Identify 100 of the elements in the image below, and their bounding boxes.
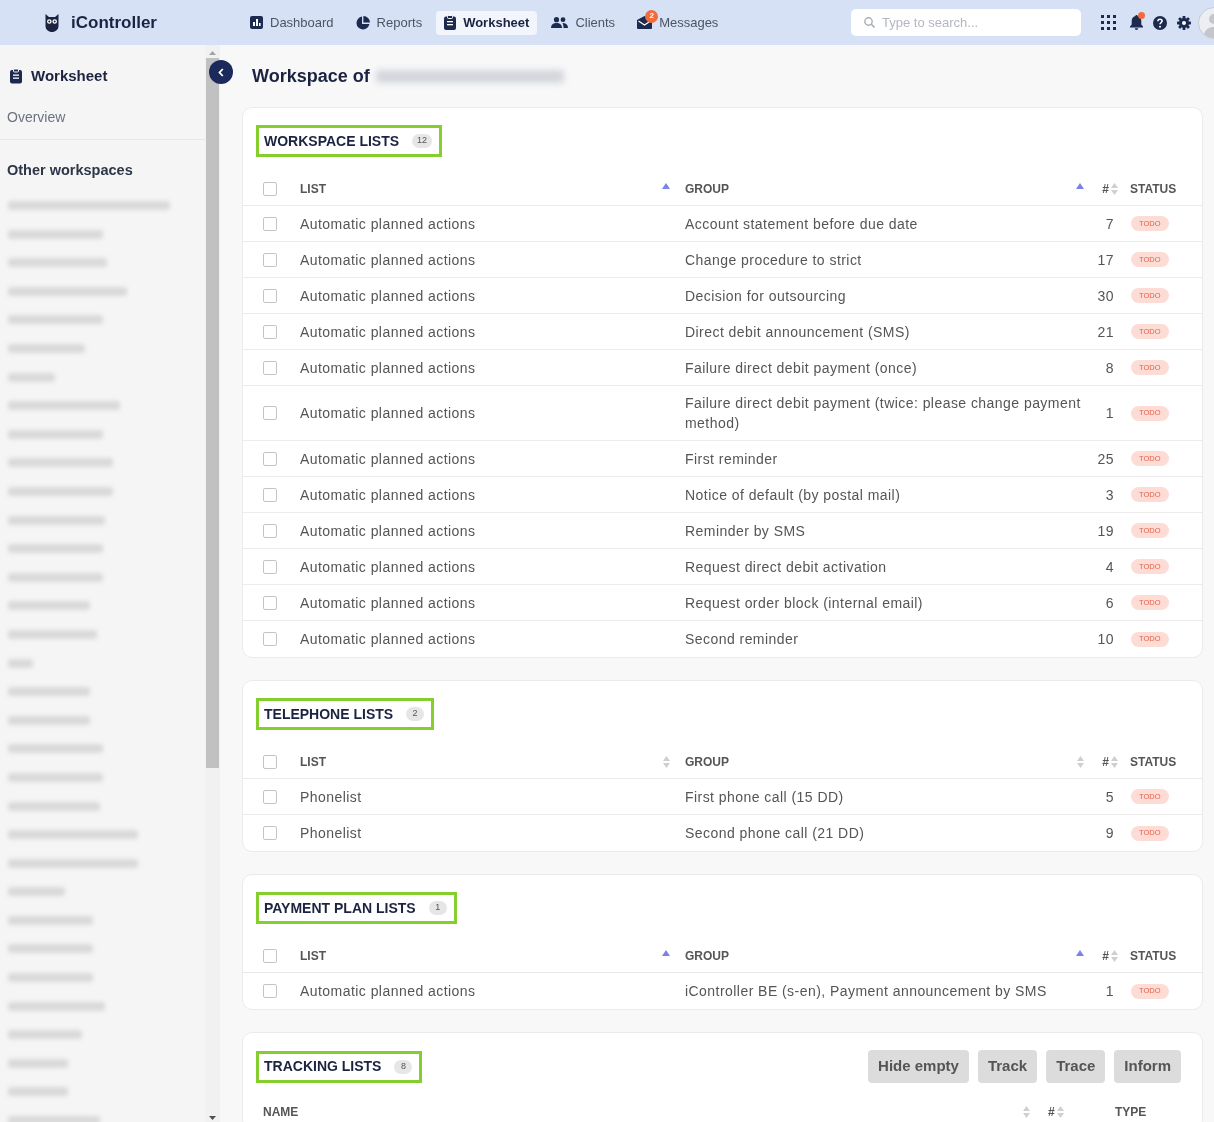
checkbox[interactable] (263, 288, 277, 303)
table-cell: Phonelist (300, 825, 362, 841)
checkbox[interactable] (263, 949, 277, 963)
table-cell: Reminder by SMS (685, 522, 806, 539)
table-cell: Failure direct debit payment (twice: please change payment method) (685, 395, 1081, 431)
collapse-sidebar-button[interactable] (209, 60, 233, 84)
table-cell: Automatic planned actions (300, 983, 476, 999)
search-field[interactable]: Type to search... (851, 9, 1081, 36)
apps-grid-icon[interactable] (1101, 15, 1116, 30)
nav-tab[interactable]: Reports (347, 10, 431, 35)
table-cell: 6 (1105, 594, 1114, 611)
scroll-down-icon[interactable] (209, 1116, 216, 1120)
blurred-text (8, 658, 33, 668)
checkbox[interactable] (263, 789, 277, 804)
blurred-text (8, 1087, 68, 1097)
table-cell: 9 (1105, 825, 1114, 841)
sort-icon[interactable] (1023, 1106, 1030, 1118)
table-cell: Second phone call (21 DD) (685, 825, 865, 841)
table-cell: Second reminder (685, 631, 799, 647)
table-cell: Automatic planned actions (300, 522, 476, 539)
table-cell: 3 (1105, 486, 1114, 503)
section-title: WORKSPACE LISTS (264, 131, 400, 151)
table-cell: First phone call (15 DD) (685, 788, 844, 805)
checkbox[interactable] (263, 755, 277, 769)
message-count-badge: 2 (645, 9, 659, 23)
pie-chart-icon (355, 15, 370, 30)
toolbar-button[interactable]: Inform (1114, 1050, 1181, 1083)
table-cell: Automatic planned actions (300, 486, 476, 503)
table-cell: First reminder (685, 450, 778, 467)
sort-ascending-icon[interactable] (662, 949, 670, 956)
table-cell: 21 (1097, 323, 1114, 340)
table-cell: Automatic planned actions (300, 631, 476, 647)
table-cell: Decision for outsourcing (685, 287, 846, 304)
checkbox[interactable] (263, 252, 277, 267)
table-cell: Notice of default (by postal mail) (685, 486, 901, 503)
checkbox[interactable] (263, 487, 277, 502)
sort-ascending-icon[interactable] (1076, 949, 1084, 956)
checkbox[interactable] (263, 595, 277, 610)
checkbox[interactable] (263, 182, 277, 196)
table-cell: Automatic planned actions (300, 405, 476, 421)
sort-icon[interactable] (1111, 756, 1118, 768)
scroll-up-icon[interactable] (209, 51, 216, 55)
users-icon (551, 17, 569, 28)
sort-icon[interactable] (1056, 1106, 1064, 1118)
settings-icon[interactable] (1177, 15, 1191, 30)
table-cell: Request direct debit activation (685, 558, 887, 575)
column-header: LIST (300, 948, 326, 964)
logo-text: iController (71, 11, 157, 34)
sort-icon[interactable] (663, 756, 670, 768)
checkbox[interactable] (263, 451, 277, 466)
blurred-text (8, 887, 65, 897)
table-cell: 30 (1097, 287, 1114, 304)
table-cell: 17 (1097, 251, 1114, 268)
toolbar-button[interactable]: Hide empty (868, 1050, 969, 1083)
table-cell: Failure direct debit payment (once) (685, 359, 918, 376)
sort-ascending-icon[interactable] (662, 182, 670, 189)
sort-icon[interactable] (1111, 183, 1118, 195)
table-cell: Automatic planned actions (300, 251, 476, 268)
help-icon[interactable] (1153, 15, 1167, 30)
checkbox[interactable] (263, 406, 277, 420)
search-icon (864, 17, 875, 28)
sort-icon[interactable] (1077, 756, 1084, 768)
nav-tab[interactable]: Worksheet (436, 10, 538, 35)
sort-icon[interactable] (1111, 950, 1118, 962)
column-header: # (1102, 181, 1109, 197)
table-cell: 7 (1105, 215, 1114, 232)
scrollbar-thumb[interactable] (206, 58, 219, 768)
checkbox[interactable] (263, 559, 277, 574)
checkbox[interactable] (263, 523, 277, 538)
table-cell: 25 (1097, 450, 1114, 467)
count-badge: 2 (406, 707, 425, 721)
avatar-icon[interactable] (1198, 6, 1214, 39)
checkbox[interactable] (263, 324, 277, 339)
checkbox[interactable] (263, 984, 277, 998)
nav-tab[interactable]: Dashboard (242, 10, 342, 35)
table-cell: Change procedure to strict (685, 251, 862, 268)
table-cell: Automatic planned actions (300, 323, 476, 340)
clipboard-icon (10, 68, 22, 85)
sidebar-link[interactable]: Overview (0, 107, 205, 126)
owl-logo-icon (45, 13, 59, 32)
checkbox[interactable] (263, 632, 277, 646)
column-header: # (1102, 754, 1109, 770)
section-title: TELEPHONE LISTS (264, 704, 394, 724)
column-header: LIST (300, 754, 326, 770)
sort-ascending-icon[interactable] (1076, 182, 1084, 189)
checkbox[interactable] (263, 360, 277, 375)
toolbar-button[interactable]: Track (977, 1050, 1038, 1083)
column-header: STATUS (1130, 754, 1177, 770)
table-cell: 1 (1105, 983, 1114, 999)
checkbox[interactable] (263, 216, 277, 231)
section-title: TRACKING LISTS (264, 1057, 382, 1076)
table-cell: Account statement before due date (685, 215, 918, 232)
table-cell: Automatic planned actions (300, 287, 476, 304)
bell-icon[interactable] (1130, 15, 1143, 30)
toolbar-button[interactable]: Trace (1046, 1050, 1106, 1083)
checkbox[interactable] (263, 826, 277, 840)
column-header: LIST (300, 181, 326, 197)
column-header: NAME (263, 1104, 299, 1120)
nav-tab[interactable]: Clients (543, 10, 624, 35)
table-cell: Request order block (internal email) (685, 594, 923, 611)
